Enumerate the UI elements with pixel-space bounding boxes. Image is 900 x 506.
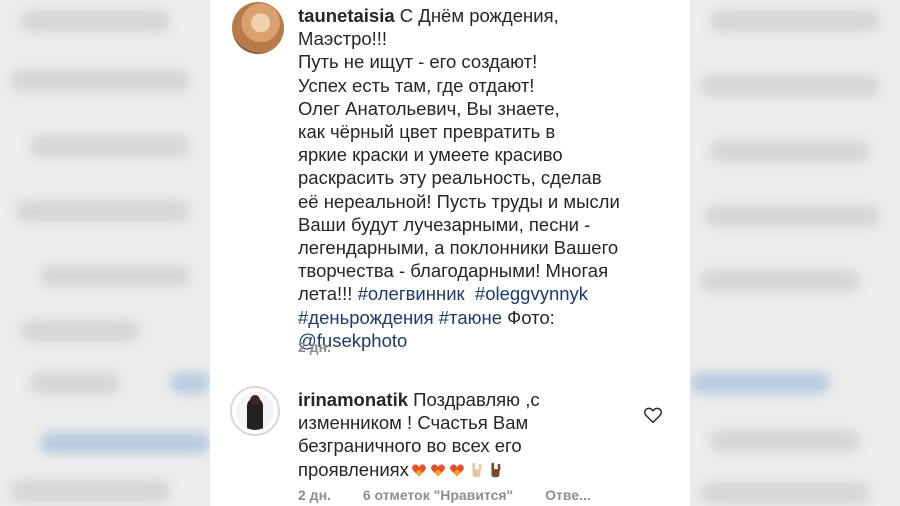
rock-hand-emoji-icon [472, 462, 482, 477]
comment-line: Поздравляю ,с [413, 389, 540, 410]
post-timestamp[interactable]: 2 дн. [298, 339, 331, 355]
comment-likes-count[interactable]: 6 отметок "Нравится" [363, 487, 513, 503]
like-comment-heart-icon[interactable] [642, 404, 664, 426]
caption-line: Олег Анатольевич, Вы знаете, [298, 97, 560, 119]
comment-line: изменником ! Счастья Вам [298, 412, 529, 434]
comments-panel: taunetaisia С Днём рождения, Маэстро!!! … [210, 0, 690, 506]
caption-line: Ваши будут лучезарными, песни - [298, 213, 591, 235]
post-caption: taunetaisia С Днём рождения, Маэстро!!! … [298, 4, 678, 352]
hashtag-link[interactable]: #таюне [439, 307, 502, 328]
hashtag-link[interactable]: #oleggvynnyk [475, 283, 588, 304]
comment-author-avatar[interactable] [236, 392, 274, 430]
hashtag-link[interactable]: #олегвинник [358, 283, 465, 304]
caption-line: яркие краски и умеете красиво [298, 144, 563, 166]
comment-username[interactable]: irinamonatik [298, 389, 408, 410]
heart-hands-emoji-icon [450, 464, 464, 476]
caption-line: С Днём рождения, [399, 5, 559, 26]
comment-meta: 2 дн. 6 отметок "Нравится" Отве... [298, 487, 619, 503]
blurred-background-left [0, 0, 210, 506]
comment-line: безграничного во всех его [298, 435, 522, 457]
comment-body: irinamonatik Поздравляю ,с изменником ! … [298, 388, 628, 481]
caption-line: лета!!! [298, 283, 358, 305]
heart-hands-emoji-icon [431, 464, 445, 476]
caption-line: творчества - благодарными! Многая [298, 260, 609, 282]
reply-button[interactable]: Отве... [545, 487, 591, 503]
post-username[interactable]: taunetaisia [298, 5, 395, 26]
comment-timestamp[interactable]: 2 дн. [298, 487, 331, 503]
caption-line: легендарными, а поклонники Вашего [298, 237, 619, 259]
avatar-head [250, 395, 260, 405]
blurred-background-right [690, 0, 900, 506]
hashtag-link[interactable]: #деньрождения [298, 307, 434, 328]
caption-line: Успех есть там, где отдают! [298, 74, 535, 96]
post-meta: 2 дн. [298, 339, 359, 355]
caption-line: раскрасить эту реальность, сделав [298, 167, 602, 189]
rock-hand-emoji-icon [491, 462, 501, 477]
post-author-avatar[interactable] [232, 2, 284, 54]
photo-label: Фото: [502, 306, 555, 328]
comment-line: проявлениях [298, 458, 409, 480]
heart-hands-emoji-icon [412, 464, 426, 476]
caption-line: как чёрный цвет превратить в [298, 121, 556, 143]
caption-line: Маэстро!!! [298, 28, 388, 50]
caption-line: Путь не ищут - его создают! [298, 51, 538, 73]
caption-line: её нереальной! Пусть труды и мысли [298, 190, 620, 212]
